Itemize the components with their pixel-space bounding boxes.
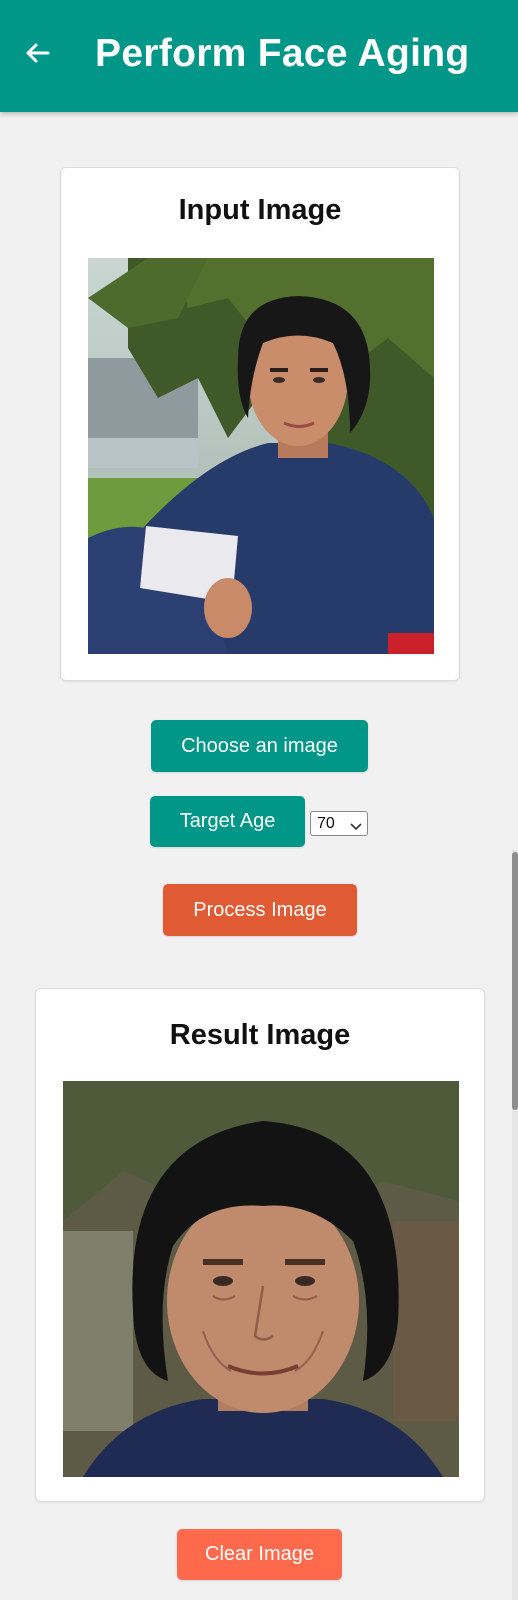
result-image-title: Result Image [169, 1019, 351, 1051]
result-image-card: Result Image [35, 988, 485, 1502]
input-image-card: Input Image [60, 167, 460, 681]
app-bar: Perform Face Aging [0, 0, 518, 112]
choose-image-button[interactable]: Choose an image [151, 720, 368, 772]
input-photo [88, 258, 434, 654]
age-select-value: 70 [317, 815, 335, 832]
input-image-title: Input Image [178, 194, 342, 226]
age-select[interactable]: 70 [310, 811, 368, 836]
page-title: Perform Face Aging [95, 32, 470, 75]
clear-image-button[interactable]: Clear Image [177, 1529, 342, 1580]
scrollbar-thumb[interactable] [512, 852, 518, 1110]
target-age-button[interactable]: Target Age [150, 796, 305, 847]
process-image-button[interactable]: Process Image [163, 884, 357, 936]
result-photo [63, 1081, 459, 1477]
back-arrow-icon[interactable] [20, 36, 54, 70]
chevron-down-icon [350, 819, 362, 831]
